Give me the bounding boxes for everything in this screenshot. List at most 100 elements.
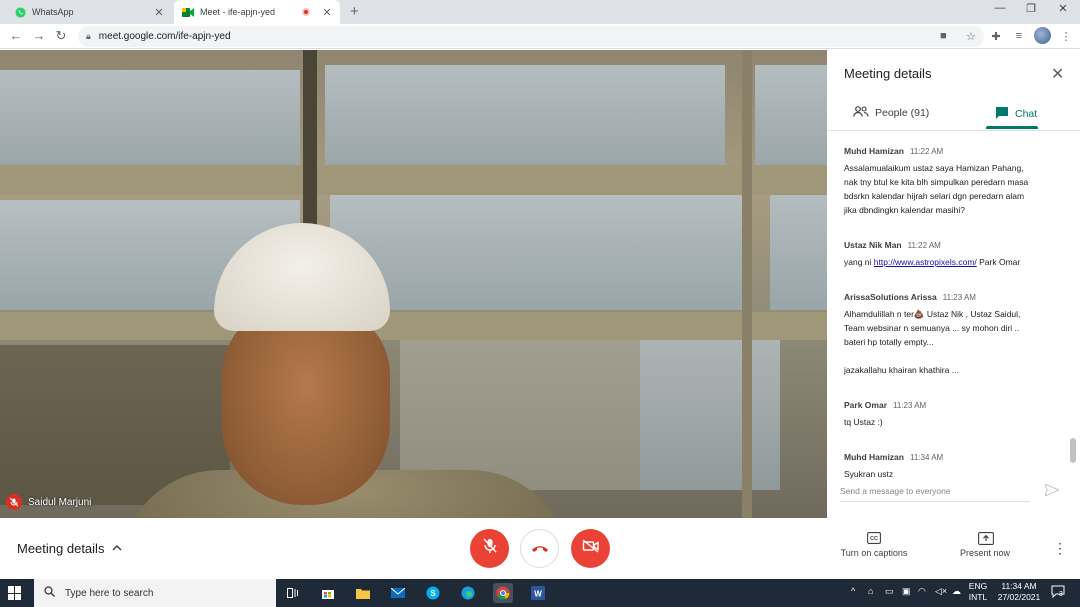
meet-tray-icon[interactable]: ▣ (902, 586, 911, 597)
message-line: Assalamualaikum ustaz saya Hamizan Pahan… (844, 163, 1024, 173)
notification-center-icon[interactable]: 3 (1050, 585, 1066, 601)
extensions-icon[interactable]: ✚ (988, 28, 1004, 44)
chat-message: Muhd Hamizan 11:34 AM Syukran ustz (844, 447, 1066, 481)
clock[interactable]: 11:34 AM 27/02/2021 (994, 581, 1044, 603)
skype-icon[interactable]: S (423, 583, 443, 603)
participant-name-tag: Saidul Marjuni (6, 494, 91, 510)
window-pane (755, 65, 827, 165)
present-now-button[interactable]: Present now (940, 532, 1030, 558)
message-time: 11:34 AM (909, 453, 944, 462)
url-text: meet.google.com/ife-apjn-yed (98, 31, 231, 42)
windows-start-icon[interactable] (8, 586, 22, 600)
message-fragment: Park Omar (976, 257, 1021, 267)
address-bar[interactable]: 🔒︎ meet.google.com/ife-apjn-yed ■ ☆ (78, 26, 984, 47)
meeting-details-panel: Meeting details ✕ People (91) Chat Muhd … (827, 50, 1080, 518)
captions-label: Turn on captions (840, 548, 908, 558)
profile-avatar[interactable] (1034, 27, 1051, 44)
window-frame (0, 165, 827, 195)
chat-message: Ustaz Nik Man 11:22 AM yang ni http://www… (844, 235, 1066, 269)
send-icon[interactable] (1044, 483, 1061, 499)
tab-people[interactable]: People (91) (853, 106, 929, 120)
close-panel-icon[interactable]: ✕ (1051, 64, 1064, 84)
chat-message: Park Omar 11:23 AM tq Ustaz :) (844, 395, 1066, 429)
chat-message-input[interactable]: Send a message to everyone (840, 486, 1030, 502)
message-line: jika dbndingkn kalendar masihi? (844, 205, 965, 215)
message-sender: Muhd Hamizan (844, 452, 904, 462)
media-controls-icon[interactable]: ≡ (1011, 28, 1027, 44)
camera-off-icon (582, 539, 600, 558)
svg-text:CC: CC (870, 536, 878, 542)
browser-tab-strip: WhatsApp ✕ Meet - ife-apjn-yed ✕ + — ❐ ✕ (0, 0, 1080, 24)
camera-icon[interactable]: ■ (940, 30, 947, 42)
message-time: 11:22 AM (907, 241, 941, 250)
camera-toggle-button[interactable] (571, 529, 610, 568)
clock-date: 27/02/2021 (997, 592, 1041, 602)
captions-icon: CC (867, 532, 881, 544)
reload-icon[interactable]: ↻ (53, 28, 69, 44)
divider (827, 130, 1080, 131)
captions-button[interactable]: CC Turn on captions (829, 532, 919, 558)
leave-call-button[interactable] (520, 529, 559, 568)
tab-chat[interactable]: Chat (995, 106, 1037, 122)
mail-icon[interactable] (388, 583, 408, 603)
chrome-icon[interactable] (493, 583, 513, 603)
restore-icon[interactable]: ❐ (1021, 2, 1041, 15)
chat-icon (995, 106, 1009, 122)
language-code: ENG (968, 581, 988, 591)
wifi-icon[interactable]: ◠ (918, 586, 926, 597)
present-icon (978, 532, 994, 545)
browser-toolbar: ← → ↻ 🔒︎ meet.google.com/ife-apjn-yed ■ … (0, 24, 1080, 49)
show-hidden-icons-icon[interactable]: ^ (851, 586, 855, 596)
message-link[interactable]: http://www.astropixels.com/ (874, 257, 977, 267)
edge-icon[interactable] (458, 583, 478, 603)
window-pane (770, 180, 827, 310)
mic-toggle-button[interactable] (470, 529, 509, 568)
window-frame (742, 50, 752, 518)
message-sender: Ustaz Nik Man (844, 240, 902, 250)
minimize-icon[interactable]: — (990, 2, 1010, 14)
chat-messages: Muhd Hamizan 11:22 AM Assalamualaikum ust… (844, 141, 1066, 499)
window-pane (640, 340, 780, 490)
volume-icon[interactable]: ◁× (935, 586, 947, 597)
chat-scrollbar[interactable] (1070, 438, 1076, 463)
tab-meet[interactable]: Meet - ife-apjn-yed ✕ (174, 0, 340, 24)
close-tab-icon[interactable]: ✕ (320, 6, 334, 19)
new-tab-button[interactable]: + (350, 3, 359, 20)
close-window-icon[interactable]: ✕ (1053, 2, 1073, 15)
onedrive-icon[interactable]: ☁ (952, 586, 961, 597)
message-time: 11:23 AM (942, 293, 976, 302)
forward-icon[interactable]: → (31, 28, 47, 43)
message-time: 11:22 AM (909, 147, 944, 156)
lock-icon: 🔒︎ (86, 31, 91, 41)
file-explorer-icon[interactable] (353, 583, 373, 603)
mic-off-icon (482, 538, 497, 559)
tab-chat-label: Chat (1015, 108, 1038, 120)
taskbar-search[interactable]: Type here to search (34, 579, 276, 607)
network-icon[interactable]: ⌂ (868, 586, 873, 596)
mic-off-icon (6, 494, 22, 510)
window-frame (0, 312, 827, 340)
word-icon[interactable]: W (528, 583, 548, 603)
more-options-icon[interactable]: ⋮ (1053, 540, 1067, 557)
back-icon[interactable]: ← (8, 28, 24, 43)
store-icon[interactable] (318, 583, 338, 603)
video-feed: Saidul Marjuni (0, 50, 827, 518)
active-tab-indicator (986, 126, 1038, 129)
meeting-details-button[interactable]: Meeting details (17, 541, 122, 556)
task-view-icon[interactable] (283, 583, 303, 603)
participant-face (222, 305, 390, 505)
meeting-controls-bar: Meeting details CC Turn on captions Pres… (0, 518, 1080, 579)
panel-title: Meeting details (844, 66, 932, 81)
battery-icon[interactable]: ▭ (885, 586, 894, 597)
language-indicator[interactable]: ENG INTL (966, 581, 990, 603)
tab-whatsapp[interactable]: WhatsApp ✕ (6, 0, 172, 24)
hang-up-icon (531, 540, 549, 558)
meet-icon (182, 6, 194, 18)
close-tab-icon[interactable]: ✕ (152, 6, 166, 19)
building-facade (400, 330, 640, 490)
window-pane (325, 65, 725, 165)
window-pane (330, 190, 750, 310)
message-text: Alhamdulillah n ter💩 Ustaz Nik , Ustaz S… (844, 307, 1066, 377)
bookmark-star-icon[interactable]: ☆ (966, 30, 976, 43)
browser-menu-icon[interactable]: ⋮ (1058, 28, 1074, 44)
